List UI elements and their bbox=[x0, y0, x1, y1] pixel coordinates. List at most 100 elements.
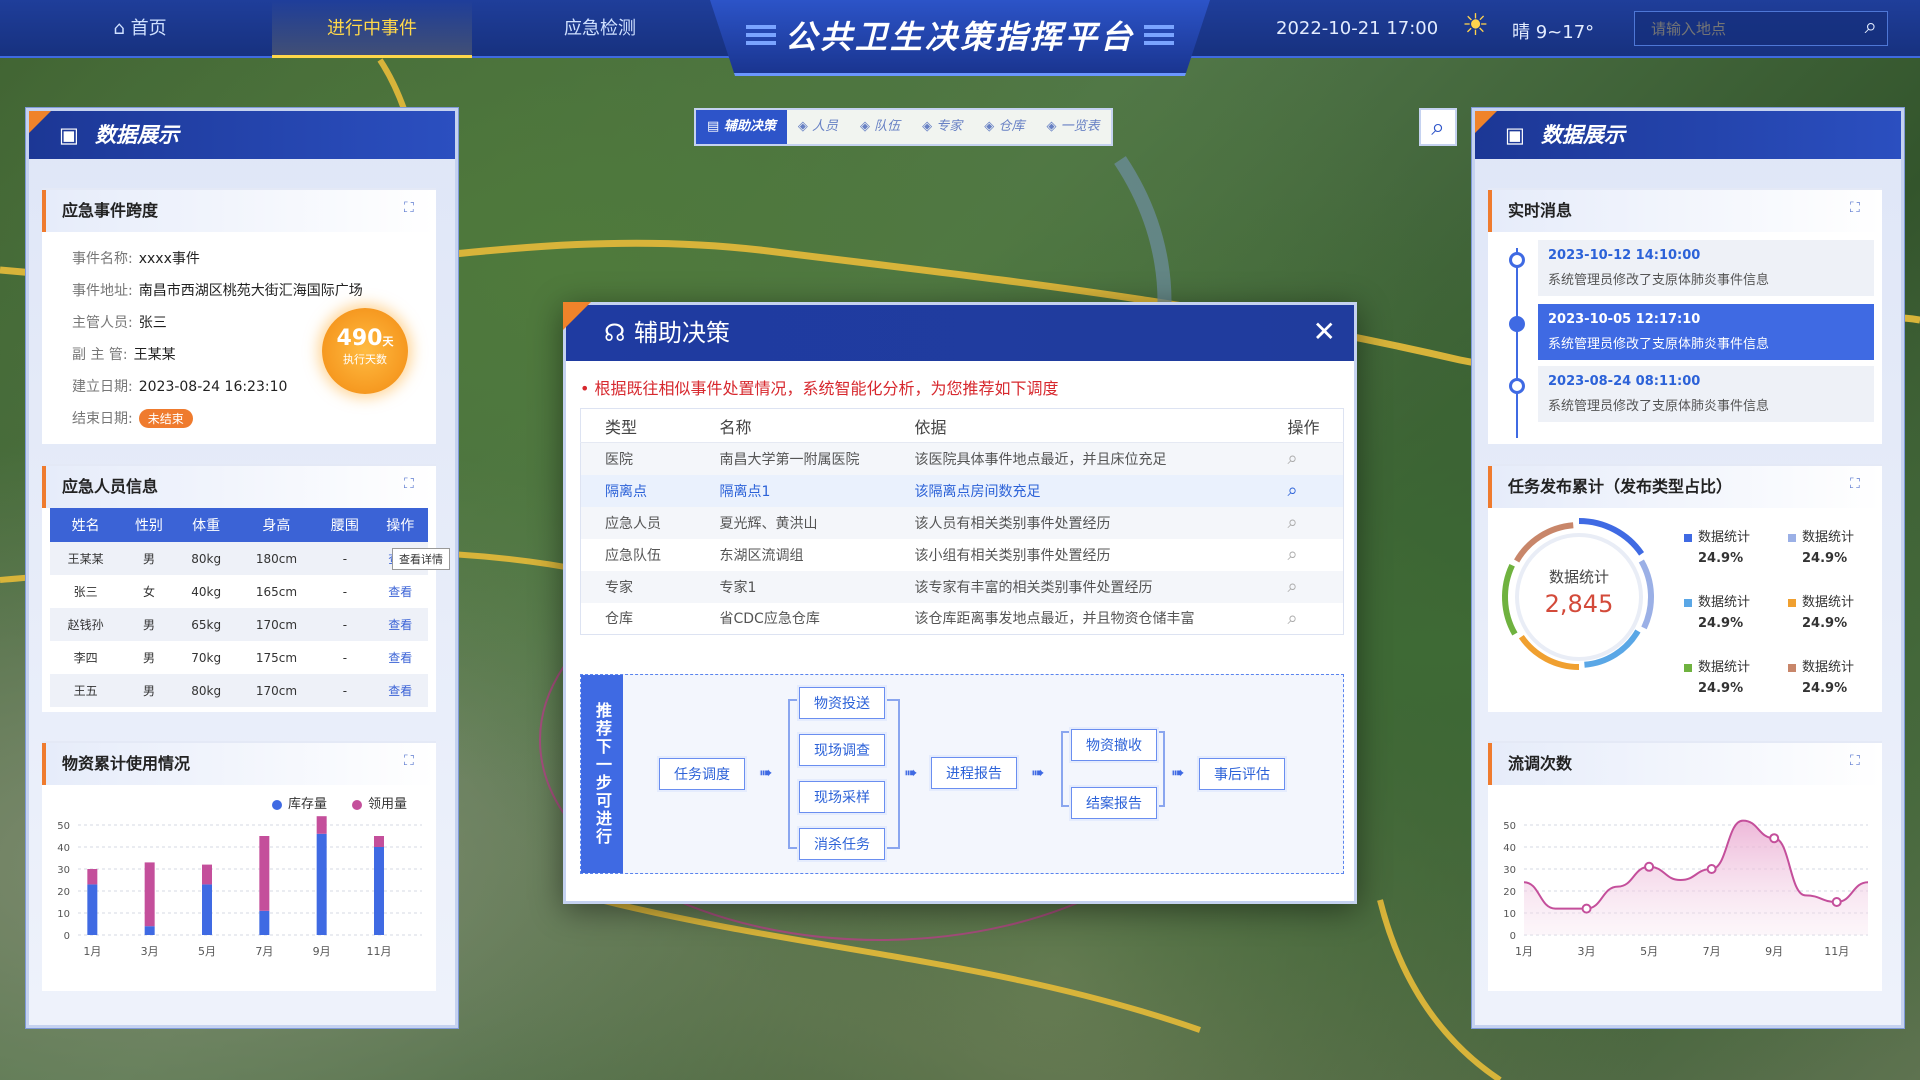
search-icon[interactable]: ⌕ bbox=[1865, 14, 1877, 39]
location-search-input[interactable] bbox=[1635, 12, 1835, 45]
toolbar-decision[interactable]: ▤ 辅助决策 bbox=[696, 110, 787, 144]
cell-type: 应急队伍 bbox=[605, 547, 661, 564]
deputy-key: 副 主 管: bbox=[72, 347, 128, 363]
legend-swatch bbox=[1788, 533, 1796, 542]
message-text: 系统管理员修改了支原体肺炎事件信息 bbox=[1548, 399, 1770, 414]
legend-swatch bbox=[1684, 663, 1692, 672]
map-search-button[interactable]: ⌕ bbox=[1419, 108, 1457, 146]
message-item[interactable]: 2023-10-12 14:10:00 系统管理员修改了支原体肺炎事件信息 bbox=[1538, 240, 1874, 296]
flow-arrow-icon: ➠ bbox=[1171, 763, 1185, 782]
bar-stock bbox=[87, 884, 98, 935]
y-tick-label: 10 bbox=[57, 909, 70, 920]
flow-site-sampling[interactable]: 现场采样 bbox=[799, 781, 885, 813]
locate-search-icon[interactable]: ⌕ bbox=[1263, 442, 1344, 475]
personnel-header-row: 姓名 性别 体重 身高 腰围 操作 bbox=[50, 508, 428, 542]
y-tick-label: 40 bbox=[1503, 843, 1516, 854]
donut-legend-item: 数据统计 24.9% bbox=[1684, 591, 1750, 631]
cell-weight: 80kg bbox=[176, 674, 236, 707]
flow-supply-delivery[interactable]: 物资投送 bbox=[799, 687, 885, 719]
view-link[interactable]: 查看 bbox=[372, 608, 428, 641]
y-tick-label: 20 bbox=[1503, 887, 1516, 898]
timeline-dot bbox=[1509, 378, 1525, 394]
col-weight: 体重 bbox=[176, 508, 236, 542]
message-text: 系统管理员修改了支原体肺炎事件信息 bbox=[1548, 337, 1770, 352]
expand-icon[interactable]: ⛶ bbox=[1850, 476, 1868, 494]
cell-gender: 女 bbox=[142, 585, 155, 599]
flow-task-dispatch[interactable]: 任务调度 bbox=[659, 758, 745, 790]
message-time: 2023-10-05 12:17:10 bbox=[1548, 312, 1701, 327]
brain-icon: ☊ bbox=[604, 319, 626, 347]
flow-progress-report[interactable]: 进程报告 bbox=[931, 757, 1017, 789]
nav-home[interactable]: ⌂ 首页 bbox=[60, 0, 220, 58]
cell-name: 夏光辉、黄洪山 bbox=[695, 506, 891, 539]
col-waist: 腰围 bbox=[317, 508, 373, 542]
timeline-dot bbox=[1509, 252, 1525, 268]
flow-bracket bbox=[788, 699, 900, 849]
manager-row: 主管人员: 张三 bbox=[72, 312, 167, 332]
expand-icon[interactable]: ⛶ bbox=[1850, 200, 1868, 218]
close-icon[interactable]: ✕ bbox=[1313, 318, 1336, 346]
search-icon: ⌕ bbox=[1431, 113, 1445, 141]
days-value: 490 bbox=[336, 326, 383, 351]
toolbar-warehouse[interactable]: ◈ 仓库 bbox=[973, 110, 1035, 144]
y-tick-label: 30 bbox=[1503, 865, 1516, 876]
view-link[interactable]: 查看 bbox=[372, 674, 428, 707]
weather-sunny-cloud-icon: ☀ bbox=[1462, 8, 1489, 43]
locate-search-icon[interactable]: ⌕ bbox=[1264, 603, 1344, 635]
locate-search-icon[interactable]: ⌕ bbox=[1263, 570, 1344, 603]
nav-emergency-monitor[interactable]: 应急检测 bbox=[510, 0, 690, 58]
flow-supply-recall[interactable]: 物资撤收 bbox=[1071, 729, 1157, 761]
created-value: 2023-08-24 16:23:10 bbox=[138, 379, 288, 395]
col-type: 类型 bbox=[580, 408, 696, 443]
cell-name: 省CDC应急仓库 bbox=[719, 611, 820, 628]
cell-type: 应急人员 bbox=[580, 506, 696, 539]
toolbar-experts[interactable]: ◈ 专家 bbox=[911, 110, 973, 144]
expand-icon[interactable]: ⛶ bbox=[404, 476, 422, 494]
cell-waist: - bbox=[342, 584, 348, 599]
next-step-flow: 推荐下一步可进行 任务调度 ➠ 物资投送 现场调查 现场采样 消杀任务 ➠ 进程… bbox=[580, 674, 1344, 874]
data-point bbox=[1831, 897, 1842, 907]
locate-search-icon[interactable]: ⌕ bbox=[1263, 474, 1344, 507]
modal-header: ☊ 辅助决策 ✕ bbox=[563, 302, 1354, 361]
messages-title: 实时消息 bbox=[1488, 190, 1882, 232]
right-panel-header: ▣ 数据展示 bbox=[1475, 111, 1901, 159]
left-panel-header: ▣ 数据展示 bbox=[29, 111, 455, 159]
cell-waist: - bbox=[317, 542, 373, 575]
message-item[interactable]: 2023-08-24 08:11:00 系统管理员修改了支原体肺炎事件信息 bbox=[1538, 366, 1874, 422]
cell-gender: 男 bbox=[142, 651, 155, 665]
toolbar-teams[interactable]: ◈ 队伍 bbox=[849, 110, 911, 144]
table-row: 张三 女 40kg 165cm - 查看 bbox=[50, 575, 428, 608]
nav-ongoing-events[interactable]: 进行中事件 bbox=[272, 0, 472, 58]
legend-label: 数据统计 bbox=[1698, 660, 1751, 675]
messages-card: 实时消息 ⛶ 2023-10-12 14:10:00 系统管理员修改了支原体肺炎事… bbox=[1488, 188, 1882, 444]
expand-icon[interactable]: ⛶ bbox=[1850, 753, 1868, 771]
flow-post-evaluation[interactable]: 事后评估 bbox=[1199, 758, 1285, 790]
recommend-notice: • 根据既往相似事件处置情况，系统智能化分析，为您推荐如下调度 bbox=[580, 379, 1059, 398]
bar-used bbox=[87, 869, 98, 885]
panel-icon: ▣ bbox=[59, 123, 79, 147]
flow-site-survey[interactable]: 现场调查 bbox=[799, 734, 885, 766]
data-point bbox=[1706, 864, 1717, 874]
modal-title: 辅助决策 bbox=[634, 319, 730, 347]
flow-closing-report[interactable]: 结案报告 bbox=[1071, 787, 1157, 819]
message-item-selected[interactable]: 2023-10-05 12:17:10 系统管理员修改了支原体肺炎事件信息 bbox=[1538, 304, 1874, 360]
flow-side-label: 推荐下一步可进行 bbox=[581, 675, 623, 873]
flow-count-area-chart: 0 10 20 30 40 50 1月 3月 5月 7月 9月 11月 bbox=[1503, 819, 1869, 958]
table-row: 赵钱孙男 65kg 170cm - 查看 bbox=[50, 608, 428, 641]
toolbar-overview[interactable]: ◈ 一览表 bbox=[1035, 110, 1110, 144]
bar-stock bbox=[374, 847, 384, 935]
table-row: 王五男 80kg 170cm - 查看 bbox=[50, 674, 428, 707]
expand-icon[interactable]: ⛶ bbox=[404, 753, 422, 771]
locate-search-icon[interactable]: ⌕ bbox=[1263, 506, 1344, 539]
cell-weight: 70kg bbox=[191, 650, 222, 665]
locate-search-icon[interactable]: ⌕ bbox=[1264, 539, 1344, 571]
toolbar-personnel[interactable]: ◈ 人员 bbox=[787, 110, 849, 144]
recommend-notice-text: 根据既往相似事件处置情况，系统智能化分析，为您推荐如下调度 bbox=[594, 379, 1059, 398]
view-link[interactable]: 查看 bbox=[373, 575, 428, 608]
flow-disinfection[interactable]: 消杀任务 bbox=[799, 828, 885, 860]
view-link[interactable]: 查看 bbox=[373, 641, 428, 674]
cell-name: 隔离点1 bbox=[695, 474, 891, 507]
expand-icon[interactable]: ⛶ bbox=[404, 200, 422, 218]
cell-basis: 该仓库距离事发地点最近，并且物资仓储丰富 bbox=[914, 611, 1195, 628]
cell-height: 165cm bbox=[255, 584, 298, 599]
